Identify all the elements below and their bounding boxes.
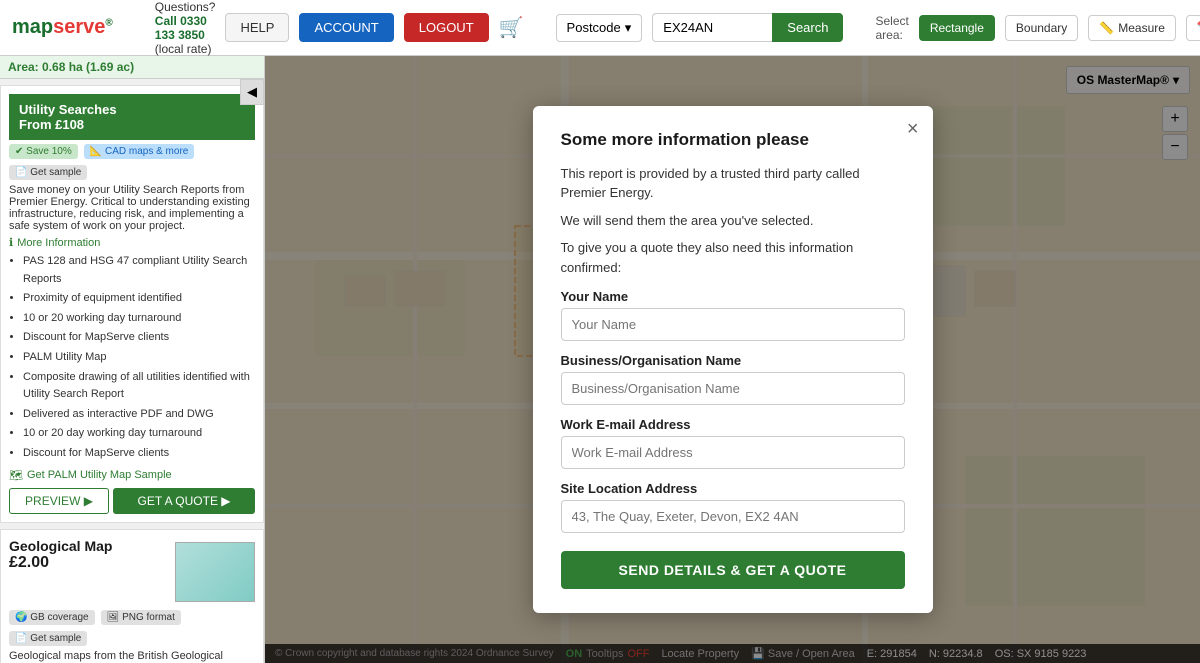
modal-text2: We will send them the area you've select…	[561, 211, 905, 231]
card1-tags: ✔ Save 10% 📐 CAD maps & more 📄 Get sampl…	[9, 144, 255, 180]
boundary-tool-button[interactable]: Boundary	[1005, 15, 1078, 41]
card1-tag-save: ✔ Save 10%	[9, 144, 78, 159]
get-palm-map-link[interactable]: 🗺 Get PALM Utility Map Sample	[9, 469, 255, 482]
list-item: Composite drawing of all utilities ident…	[23, 369, 255, 404]
map-icon: 🗺	[9, 469, 23, 482]
sidebar: Area: 0.68 ha (1.69 ac) ◀ Utility Search…	[0, 56, 265, 663]
search-button[interactable]: Search	[772, 13, 843, 42]
info-icon: ℹ	[9, 236, 13, 249]
basket-icon[interactable]: 🛒	[499, 15, 524, 40]
modal-title: Some more information please	[561, 130, 905, 150]
list-item: PALM Utility Map	[23, 349, 255, 367]
card1-button-row: PREVIEW ▶ GET A QUOTE ▶	[9, 488, 255, 514]
sidebar-collapse-button[interactable]: ◀	[240, 79, 264, 105]
questions-label: Questions?	[155, 0, 216, 14]
list-item: Delivered as interactive PDF and DWG	[23, 406, 255, 424]
submit-button[interactable]: SEND DETAILS & GET A QUOTE	[561, 551, 905, 589]
card1-subtitle: From £108	[19, 117, 245, 132]
search-box: Search	[652, 13, 843, 42]
modal-dialog: × Some more information please This repo…	[533, 106, 933, 614]
modal-close-button[interactable]: ×	[907, 118, 919, 141]
card2-title: Geological Map	[9, 538, 112, 554]
logout-button[interactable]: LOGOUT	[404, 13, 489, 42]
list-item: Proximity of equipment identified	[23, 290, 255, 308]
utility-searches-header: Utility Searches From £108	[9, 94, 255, 140]
list-item: Discount for MapServe clients	[23, 329, 255, 347]
topbar: mapserve® Questions? Call 0330 133 3850 …	[0, 0, 1200, 56]
ruler-icon: 📏	[1099, 21, 1114, 35]
select-area-label: Select area:	[875, 14, 908, 42]
site-location-label: Site Location Address	[561, 481, 905, 496]
modal-text3: To give you a quote they also need this …	[561, 238, 905, 277]
card2-tag-sample: 📄 Get sample	[9, 631, 87, 646]
card2-tags: 🌍 GB coverage 🖼 PNG format 📄 Get sample	[9, 610, 255, 646]
phone-link[interactable]: Call 0330 133 3850	[155, 14, 207, 42]
modal-overlay: × Some more information please This repo…	[265, 56, 1200, 663]
list-item: Discount for MapServe clients	[23, 445, 255, 463]
business-name-label: Business/Organisation Name	[561, 353, 905, 368]
map-area[interactable]: OS MasterMap® ▾ + − © Crown copyright an…	[265, 56, 1200, 663]
phone-rate: (local rate)	[155, 42, 212, 56]
card1-more-info[interactable]: ℹ More Information	[9, 236, 255, 249]
help-button[interactable]: HELP	[225, 13, 289, 42]
logo-text: mapserve®	[12, 16, 113, 39]
area-info: Area: 0.68 ha (1.69 ac)	[0, 56, 264, 79]
card1-features-list: PAS 128 and HSG 47 compliant Utility Sea…	[9, 253, 255, 463]
main-layout: Area: 0.68 ha (1.69 ac) ◀ Utility Search…	[0, 56, 1200, 663]
card1-get-quote-button[interactable]: GET A QUOTE ▶	[113, 488, 255, 514]
card1-description: Save money on your Utility Search Report…	[9, 184, 255, 232]
business-name-input[interactable]	[561, 372, 905, 405]
your-name-label: Your Name	[561, 289, 905, 304]
draw-line-tool-button[interactable]: ✏️ Draw Line ▾	[1186, 15, 1200, 41]
logo-area: mapserve®	[12, 16, 113, 39]
card2-description: Geological maps from the British Geologi…	[9, 650, 255, 663]
chevron-down-icon: ▾	[625, 20, 632, 36]
list-item: PAS 128 and HSG 47 compliant Utility Sea…	[23, 253, 255, 288]
email-label: Work E-mail Address	[561, 417, 905, 432]
list-item: 10 or 20 day working day turnaround	[23, 425, 255, 443]
site-location-input[interactable]	[561, 500, 905, 533]
search-input[interactable]	[652, 13, 772, 42]
your-name-input[interactable]	[561, 308, 905, 341]
phone-area: Questions? Call 0330 133 3850 (local rat…	[155, 0, 216, 56]
account-button[interactable]: ACCOUNT	[299, 13, 393, 42]
measure-tool-button[interactable]: 📏 Measure	[1088, 15, 1176, 41]
card2-tag-coverage: 🌍 GB coverage	[9, 610, 95, 625]
card1-preview-button[interactable]: PREVIEW ▶	[9, 488, 109, 514]
geological-map-card: Geological Map £2.00 🌍 GB coverage 🖼 PNG…	[0, 529, 264, 663]
postcode-select[interactable]: Postcode ▾	[556, 14, 643, 42]
card1-tag-cad: 📐 CAD maps & more	[84, 144, 195, 159]
list-item: 10 or 20 working day turnaround	[23, 310, 255, 328]
modal-text1: This report is provided by a trusted thi…	[561, 164, 905, 203]
card2-tag-format: 🖼 PNG format	[101, 610, 181, 625]
card1-tag-sample: 📄 Get sample	[9, 165, 87, 180]
email-input[interactable]	[561, 436, 905, 469]
card2-price: £2.00	[9, 554, 112, 572]
postcode-label: Postcode	[567, 20, 621, 35]
card2-thumbnail	[175, 542, 255, 602]
rectangle-tool-button[interactable]: Rectangle	[919, 15, 995, 41]
utility-searches-card: Utility Searches From £108 ✔ Save 10% 📐 …	[0, 85, 264, 523]
card1-title: Utility Searches	[19, 102, 245, 117]
